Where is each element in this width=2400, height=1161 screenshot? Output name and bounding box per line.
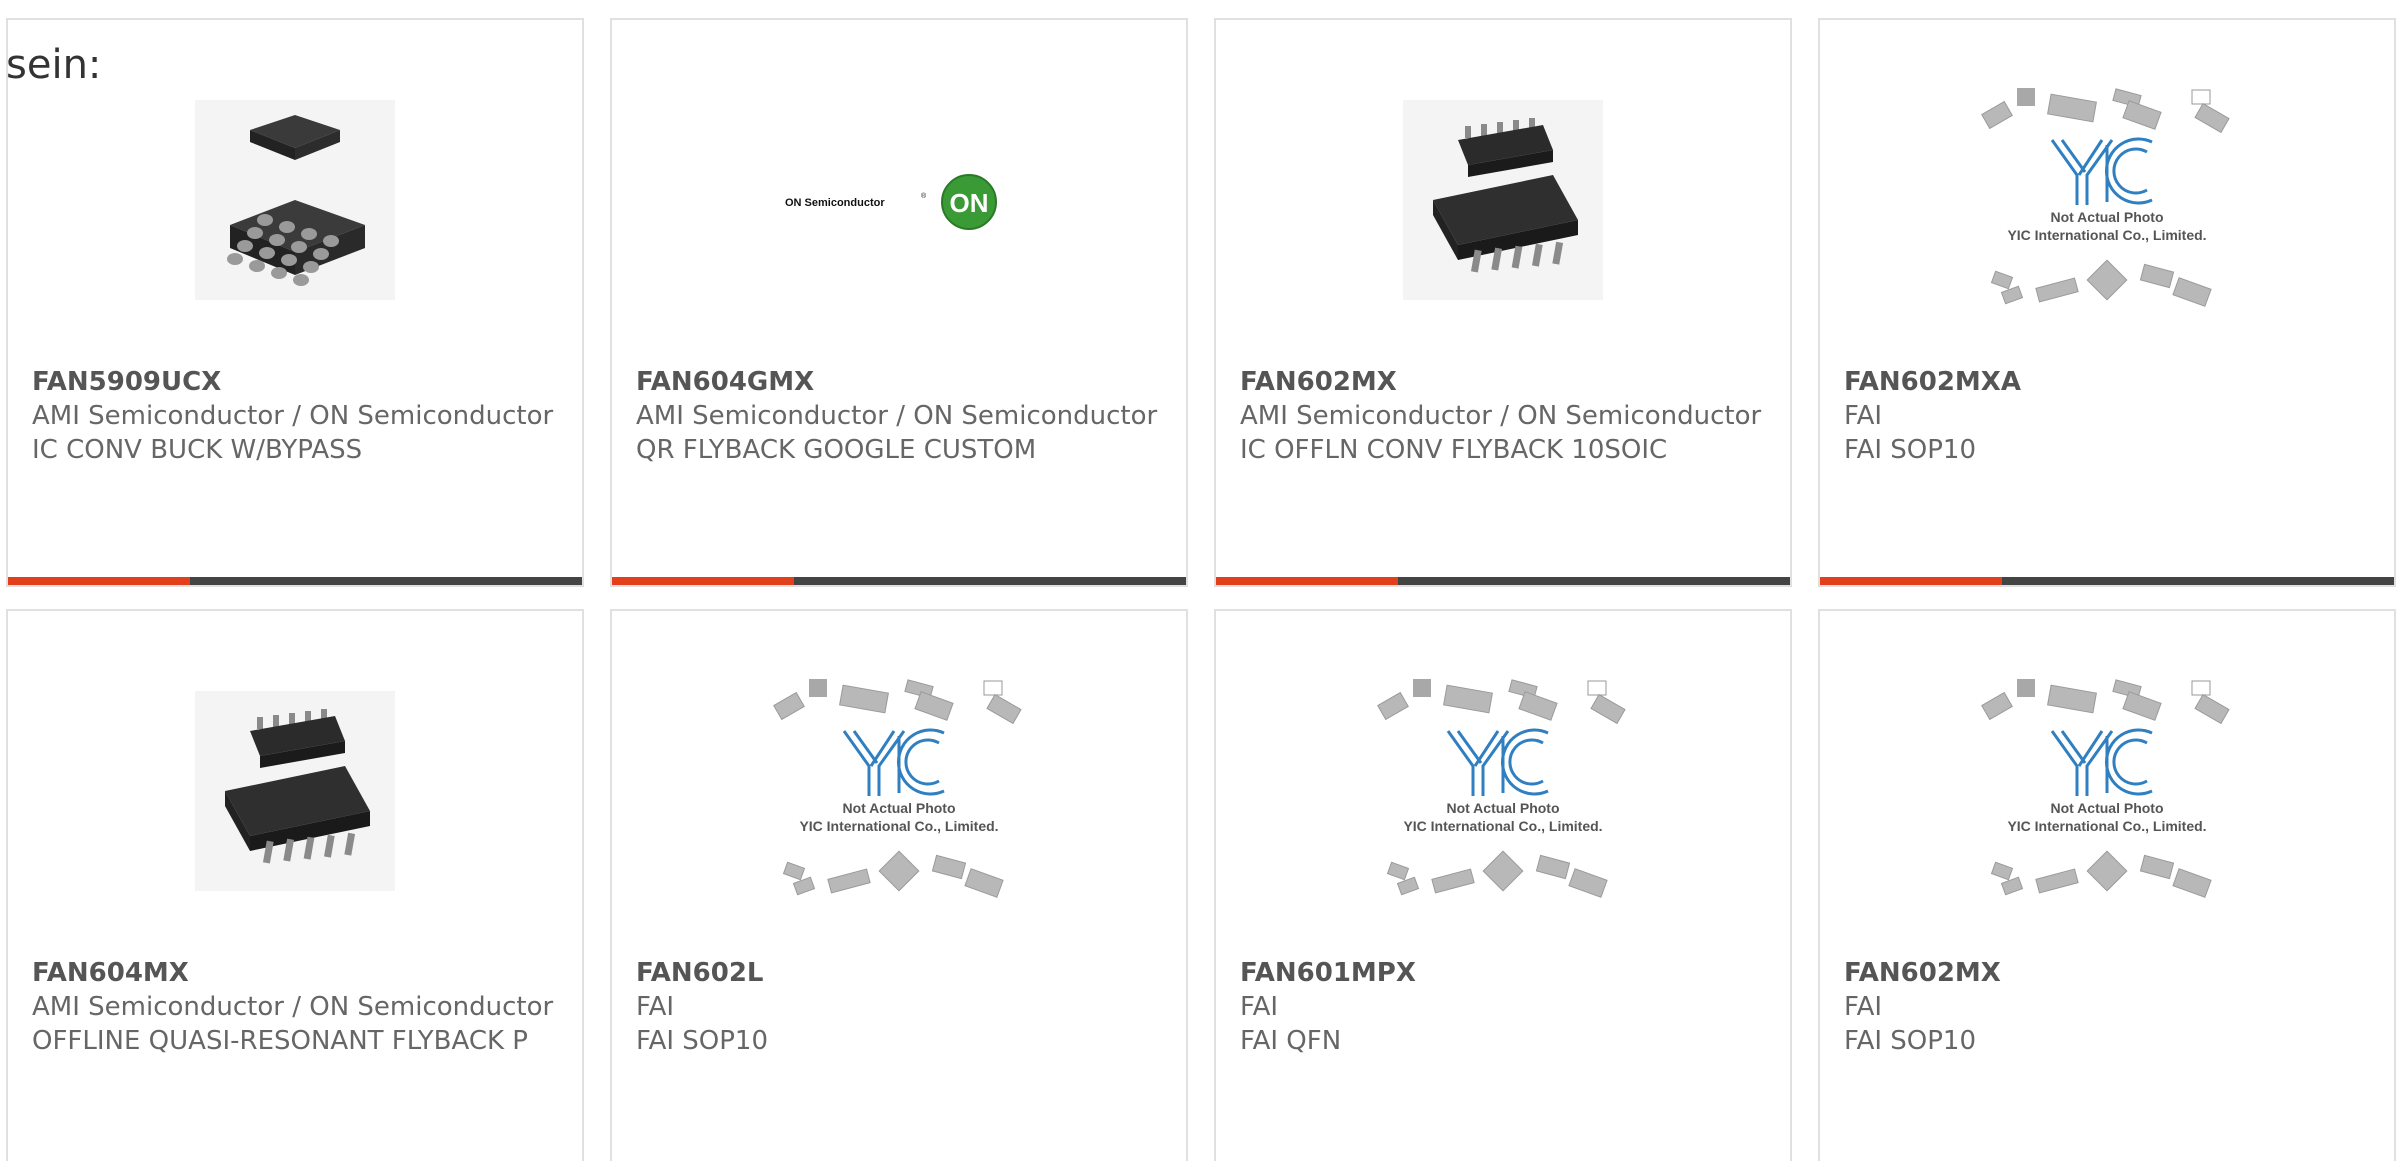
- card-hover-bar: [612, 577, 1186, 585]
- product-description: OFFLINE QUASI-RESONANT FLYBACK P: [32, 1026, 528, 1056]
- product-list-page: sein: FAN5909UCX AMI Semiconductor / ON …: [0, 0, 2400, 1161]
- manufacturer-name: AMI Semiconductor / ON Semiconductor: [32, 992, 554, 1022]
- product-info: FAN604MX AMI Semiconductor / ON Semicond…: [32, 956, 562, 1058]
- product-image[interactable]: Not Actual Photo YIC International Co., …: [1216, 671, 1790, 911]
- product-card[interactable]: ON Semiconductor ® ON FAN604GMX AMI Semi…: [610, 18, 1188, 587]
- svg-text:®: ®: [921, 192, 927, 200]
- product-image[interactable]: Not Actual Photo YIC International Co., …: [1820, 80, 2394, 320]
- product-card[interactable]: Not Actual Photo YIC International Co., …: [1214, 609, 1792, 1161]
- part-number-link[interactable]: FAN604MX: [32, 956, 562, 990]
- product-info: FAN602L FAI FAI SOP10: [636, 956, 1166, 1058]
- product-card[interactable]: Not Actual Photo YIC International Co., …: [1818, 609, 2396, 1161]
- yic-placeholder-icon: Not Actual Photo YIC International Co., …: [773, 679, 1022, 898]
- soic-chip-icon: [195, 691, 395, 891]
- product-info: FAN602MX AMI Semiconductor / ON Semicond…: [1240, 365, 1770, 467]
- yic-placeholder-icon: Not Actual Photo YIC International Co., …: [1981, 679, 2230, 898]
- card-hover-bar-accent: [612, 577, 794, 585]
- soic-chip-icon: [1403, 100, 1603, 300]
- manufacturer-name: AMI Semiconductor / ON Semiconductor: [636, 401, 1158, 431]
- product-image[interactable]: Not Actual Photo YIC International Co., …: [1820, 671, 2394, 911]
- product-image[interactable]: [1216, 80, 1790, 320]
- part-number-link[interactable]: FAN602L: [636, 956, 1166, 990]
- product-image[interactable]: [8, 671, 582, 911]
- manufacturer-name: FAI: [636, 992, 675, 1022]
- product-description: QR FLYBACK GOOGLE CUSTOM: [636, 435, 1037, 465]
- part-number-link[interactable]: FAN5909UCX: [32, 365, 562, 399]
- manufacturer-name: AMI Semiconductor / ON Semiconductor: [32, 401, 554, 431]
- product-grid: FAN5909UCX AMI Semiconductor / ON Semico…: [6, 18, 2400, 1161]
- product-info: FAN5909UCX AMI Semiconductor / ON Semico…: [32, 365, 562, 467]
- svg-text:YIC International Co., Limited: YIC International Co., Limited.: [799, 818, 998, 834]
- product-image[interactable]: [8, 80, 582, 320]
- product-card[interactable]: Not Actual Photo YIC International Co., …: [610, 609, 1188, 1161]
- part-number-link[interactable]: FAN601MPX: [1240, 956, 1770, 990]
- card-hover-bar: [8, 577, 582, 585]
- product-description: FAI SOP10: [1844, 1026, 1977, 1056]
- manufacturer-name: FAI: [1844, 401, 1883, 431]
- svg-text:ON: ON: [950, 188, 989, 218]
- svg-text:YIC International Co., Limited: YIC International Co., Limited.: [1403, 818, 1602, 834]
- product-description: FAI SOP10: [636, 1026, 769, 1056]
- part-number-link[interactable]: FAN602MXA: [1844, 365, 2374, 399]
- product-image[interactable]: Not Actual Photo YIC International Co., …: [612, 671, 1186, 911]
- card-hover-bar-accent: [1216, 577, 1398, 585]
- product-info: FAN604GMX AMI Semiconductor / ON Semicon…: [636, 365, 1166, 467]
- product-description: IC OFFLN CONV FLYBACK 10SOIC: [1240, 435, 1668, 465]
- yic-placeholder-icon: Not Actual Photo YIC International Co., …: [1377, 679, 1626, 898]
- product-info: FAN602MX FAI FAI SOP10: [1844, 956, 2374, 1058]
- svg-text:YIC International Co., Limited: YIC International Co., Limited.: [2007, 818, 2206, 834]
- product-card[interactable]: Not Actual Photo YIC International Co., …: [1818, 18, 2396, 587]
- bga-chip-icon: [195, 100, 395, 300]
- product-card[interactable]: FAN604MX AMI Semiconductor / ON Semicond…: [6, 609, 584, 1161]
- part-number-link[interactable]: FAN604GMX: [636, 365, 1166, 399]
- product-description: FAI SOP10: [1844, 435, 1977, 465]
- product-card[interactable]: FAN5909UCX AMI Semiconductor / ON Semico…: [6, 18, 584, 587]
- product-description: IC CONV BUCK W/BYPASS: [32, 435, 363, 465]
- on-semiconductor-logo: ON Semiconductor ® ON: [785, 174, 997, 230]
- card-hover-bar-accent: [8, 577, 190, 585]
- product-info: FAN601MPX FAI FAI QFN: [1240, 956, 1770, 1058]
- manufacturer-name: FAI: [1240, 992, 1279, 1022]
- svg-text:ON Semiconductor: ON Semiconductor: [785, 197, 885, 209]
- manufacturer-name: AMI Semiconductor / ON Semiconductor: [1240, 401, 1762, 431]
- svg-text:Not Actual Photo: Not Actual Photo: [1446, 800, 1559, 816]
- yic-placeholder-icon: Not Actual Photo YIC International Co., …: [1981, 88, 2230, 307]
- svg-text:Not Actual Photo: Not Actual Photo: [2050, 800, 2163, 816]
- prefix-text: sein:: [6, 42, 102, 88]
- svg-text:YIC International Co., Limited: YIC International Co., Limited.: [2007, 227, 2206, 243]
- svg-text:Not Actual Photo: Not Actual Photo: [842, 800, 955, 816]
- card-hover-bar-accent: [1820, 577, 2002, 585]
- product-description: FAI QFN: [1240, 1026, 1342, 1056]
- part-number-link[interactable]: FAN602MX: [1240, 365, 1770, 399]
- product-info: FAN602MXA FAI FAI SOP10: [1844, 365, 2374, 467]
- card-hover-bar: [1216, 577, 1790, 585]
- manufacturer-name: FAI: [1844, 992, 1883, 1022]
- part-number-link[interactable]: FAN602MX: [1844, 956, 2374, 990]
- svg-text:Not Actual Photo: Not Actual Photo: [2050, 209, 2163, 225]
- product-card[interactable]: FAN602MX AMI Semiconductor / ON Semicond…: [1214, 18, 1792, 587]
- card-hover-bar: [1820, 577, 2394, 585]
- product-image[interactable]: ON Semiconductor ® ON: [612, 80, 1186, 320]
